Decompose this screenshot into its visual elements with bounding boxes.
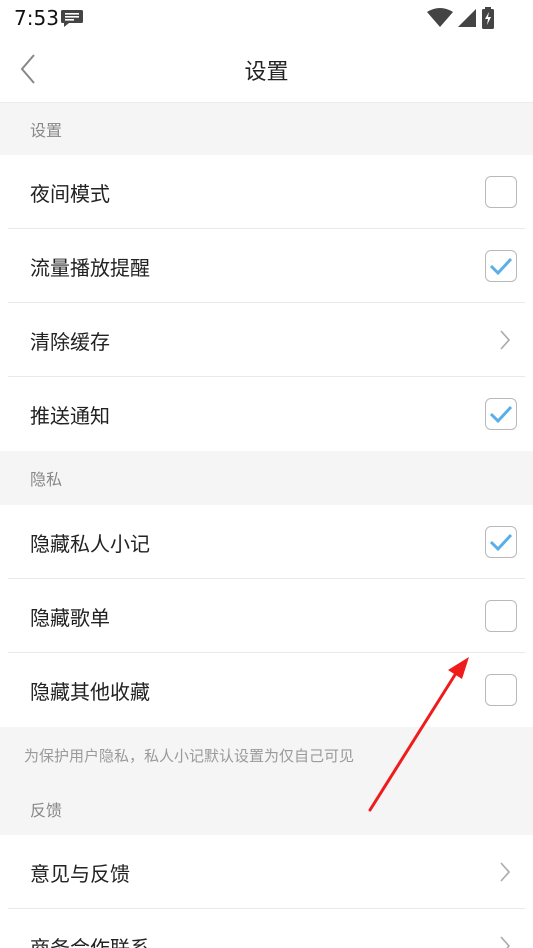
wifi-icon (427, 8, 453, 27)
push-notifications-checkbox[interactable] (485, 398, 517, 430)
chevron-right-icon (500, 862, 511, 882)
signal-icon (458, 9, 476, 27)
row-hide-playlists[interactable]: 隐藏歌单 (0, 579, 533, 653)
row-label: 隐藏歌单 (30, 605, 110, 630)
row-feedback[interactable]: 意见与反馈 (0, 835, 533, 909)
row-clear-cache[interactable]: 清除缓存 (0, 303, 533, 377)
status-bar: 7:53 (0, 0, 533, 36)
row-label: 清除缓存 (30, 329, 110, 354)
privacy-note: 为保护用户隐私，私人小记默认设置为仅自己可见 (24, 746, 355, 765)
section-header-feedback: 反馈 (30, 801, 63, 820)
settings-list: 设置 夜间模式 流量播放提醒 清除缓存 推送通知 隐私 隐藏私人小记 隐藏歌单 … (0, 103, 533, 948)
status-time: 7:53 (14, 6, 59, 30)
battery-charging-icon (482, 7, 494, 29)
status-icons (427, 6, 495, 30)
row-label: 流量播放提醒 (30, 255, 150, 280)
row-label: 隐藏私人小记 (30, 531, 150, 556)
night-mode-checkbox[interactable] (485, 176, 517, 208)
section-header-privacy: 隐私 (30, 470, 63, 489)
settings-screen: 7:53 设置 设置 夜间模式 流量播放提醒 清除缓存 推送通知 隐私 隐藏私人… (0, 0, 533, 948)
chevron-right-icon (500, 330, 511, 350)
chevron-right-icon (500, 936, 511, 948)
row-hide-other-favorites[interactable]: 隐藏其他收藏 (0, 653, 533, 727)
row-label: 夜间模式 (30, 181, 110, 206)
row-label: 意见与反馈 (30, 861, 130, 886)
row-push-notifications[interactable]: 推送通知 (0, 377, 533, 451)
hide-private-notes-checkbox[interactable] (485, 526, 517, 558)
row-night-mode[interactable]: 夜间模式 (0, 155, 533, 229)
row-label: 商务合作联系 (30, 935, 150, 948)
checkmark-icon (489, 533, 513, 552)
hide-playlists-checkbox[interactable] (485, 600, 517, 632)
row-data-play-reminder[interactable]: 流量播放提醒 (0, 229, 533, 303)
row-business-contact[interactable]: 商务合作联系 (0, 909, 533, 948)
checkmark-icon (489, 257, 513, 276)
section-header-settings: 设置 (30, 121, 63, 140)
nav-bar: 设置 (0, 36, 533, 103)
page-title: 设置 (244, 60, 289, 85)
hide-other-favorites-checkbox[interactable] (485, 674, 517, 706)
row-label: 隐藏其他收藏 (30, 679, 150, 704)
checkmark-icon (489, 405, 513, 424)
row-label: 推送通知 (30, 403, 110, 428)
row-hide-private-notes[interactable]: 隐藏私人小记 (0, 505, 533, 579)
message-icon (61, 10, 83, 27)
data-play-reminder-checkbox[interactable] (485, 250, 517, 282)
